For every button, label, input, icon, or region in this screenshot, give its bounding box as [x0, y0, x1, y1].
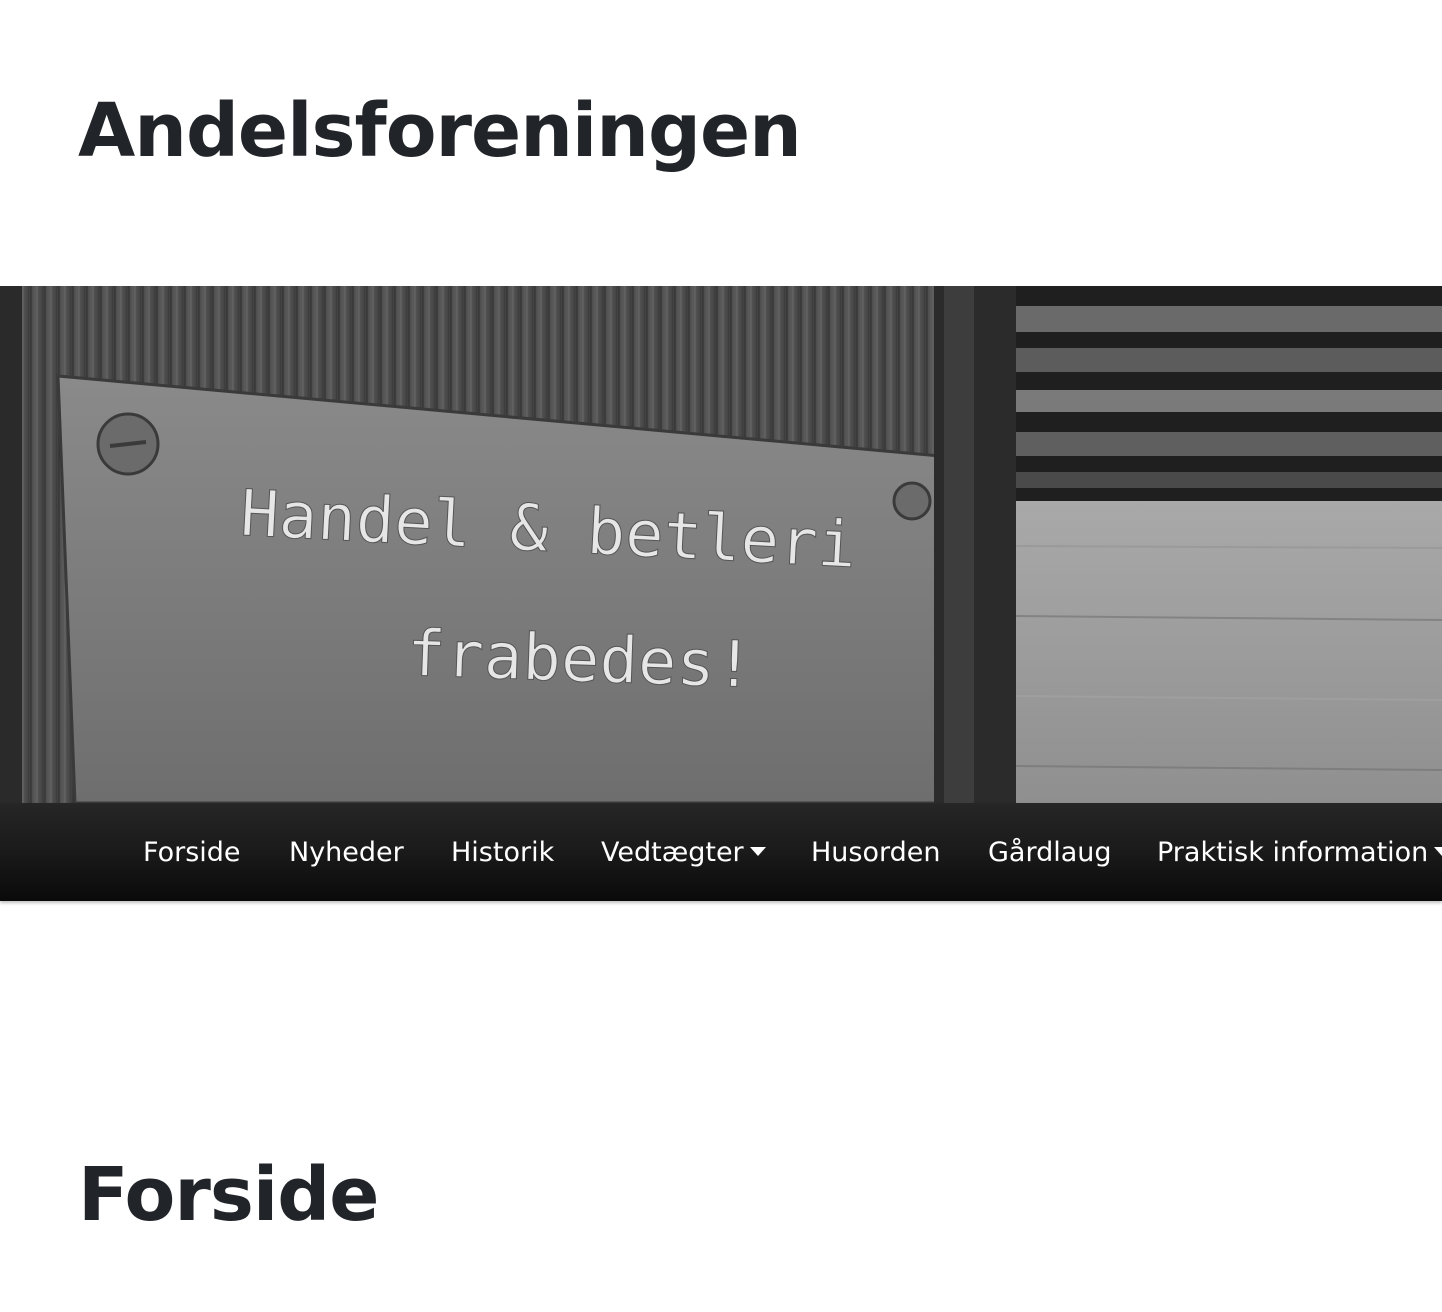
nav-item-label: Historik [451, 837, 555, 868]
sign-text-line2: frabedes! [406, 617, 755, 703]
page-title: Forside [78, 1152, 379, 1238]
hero-image: Handel & betleri frabedes! [0, 286, 1442, 803]
nav-item-label: Vedtægter [601, 837, 744, 868]
nav-item-label: Forside [143, 837, 241, 868]
main-navbar: Forside Nyheder Historik Vedtægter Husor… [0, 803, 1442, 901]
nav-item-historik[interactable]: Historik [451, 803, 554, 901]
nav-item-nyheder[interactable]: Nyheder [289, 803, 404, 901]
nav-item-label: Nyheder [289, 837, 404, 868]
nav-item-forside[interactable]: Forside [143, 803, 241, 901]
nav-item-gardlaug[interactable]: Gårdlaug [988, 803, 1112, 901]
nav-item-label: Praktisk information [1157, 837, 1429, 868]
nav-item-vedtaegter[interactable]: Vedtægter [601, 803, 766, 901]
nav-item-label: Gårdlaug [988, 837, 1112, 868]
caret-down-icon [1434, 847, 1442, 856]
site-title[interactable]: Andelsforeningen [78, 86, 802, 176]
nav-item-husorden[interactable]: Husorden [811, 803, 941, 901]
nav-item-label: Husorden [811, 837, 941, 868]
nav-item-praktisk-information[interactable]: Praktisk information [1157, 803, 1442, 901]
hero-photo: Handel & betleri frabedes! [0, 286, 1442, 803]
caret-down-icon [749, 847, 766, 856]
